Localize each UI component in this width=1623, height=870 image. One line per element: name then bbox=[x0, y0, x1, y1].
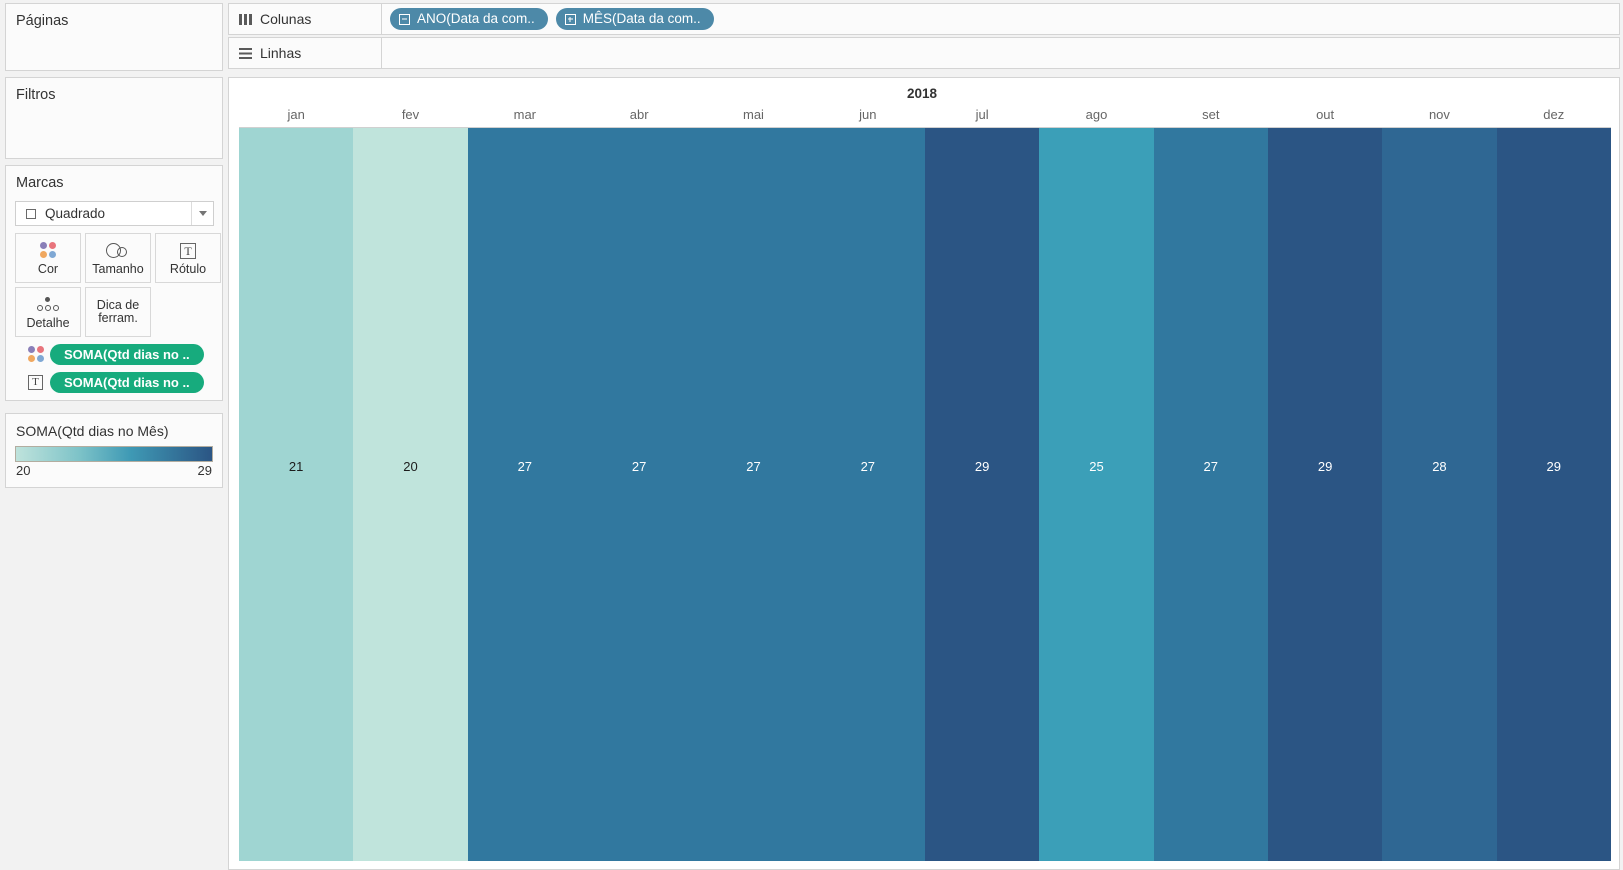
rows-shelf-field[interactable] bbox=[382, 37, 1620, 69]
marks-pill-label-row[interactable]: T SOMA(Qtd dias no .. bbox=[28, 372, 222, 393]
color-legend-gradient[interactable] bbox=[15, 446, 213, 462]
color-legend-max: 29 bbox=[197, 463, 212, 478]
heatmap-cell-value: 27 bbox=[1203, 459, 1219, 474]
heatmap-cell-value: 29 bbox=[1546, 459, 1561, 474]
columns-pill-mes-label: MÊS(Data da com.. bbox=[582, 11, 701, 26]
heatmap-cell-value: 27 bbox=[746, 459, 761, 474]
month-label: fev bbox=[401, 107, 420, 122]
month-label: set bbox=[1202, 107, 1220, 122]
heatmap-bars: 21 20 27 27 27 27 29 25 27 29 28 29 bbox=[239, 128, 1611, 861]
label-t-icon: T bbox=[28, 375, 50, 390]
month-label: mai bbox=[743, 107, 764, 122]
marks-card-size-button[interactable]: Tamanho bbox=[85, 233, 151, 283]
columns-icon bbox=[239, 13, 252, 25]
heatmap-cell-value: 21 bbox=[288, 459, 304, 474]
mark-type-dropdown[interactable]: Quadrado bbox=[15, 201, 214, 226]
columns-pill-ano-label: ANO(Data da com.. bbox=[417, 11, 535, 26]
marks-pill-color-row[interactable]: SOMA(Qtd dias no .. bbox=[28, 344, 222, 365]
color-legend-card: SOMA(Qtd dias no Mês) 20 29 bbox=[5, 413, 223, 488]
month-axis: jan fev mar abr mai jun jul ago set out nov dez bbox=[239, 106, 1611, 128]
heatmap-cell[interactable]: 27 bbox=[810, 128, 925, 861]
heatmap-cell[interactable]: 27 bbox=[581, 128, 697, 861]
columns-pill-mes[interactable]: MÊS(Data da com.. bbox=[555, 8, 714, 30]
heatmap-cell[interactable]: 29 bbox=[924, 128, 1040, 861]
rows-shelf-label: Linhas bbox=[228, 37, 382, 69]
heatmap-cell-value: 28 bbox=[1432, 459, 1447, 474]
marks-buttons: Cor Tamanho T Rótulo Detalhe Dica de fer… bbox=[15, 233, 222, 337]
heatmap-cell[interactable]: 25 bbox=[1039, 128, 1154, 861]
marks-card-tooltip-label: Dica de ferram. bbox=[96, 298, 140, 325]
month-label: jan bbox=[287, 107, 305, 122]
month-label: mar bbox=[513, 107, 537, 122]
color-dots-icon bbox=[39, 241, 57, 261]
marks-card-color-button[interactable]: Cor bbox=[15, 233, 81, 283]
columns-shelf: Colunas ANO(Data da com.. MÊS(Data da co… bbox=[228, 3, 1620, 35]
heatmap-cell[interactable]: 27 bbox=[696, 128, 811, 861]
marks-card: Marcas Quadrado Cor Tamanho T Rótulo Det… bbox=[5, 165, 223, 401]
heatmap-cell[interactable]: 20 bbox=[353, 128, 468, 861]
month-label: dez bbox=[1543, 107, 1565, 122]
month-label: out bbox=[1316, 107, 1335, 122]
month-label: jul bbox=[975, 107, 989, 122]
collapse-icon[interactable] bbox=[399, 13, 410, 25]
marks-card-size-label: Tamanho bbox=[92, 261, 144, 276]
tableau-worksheet: Páginas Filtros Marcas Quadrado Cor Tama… bbox=[0, 0, 1623, 870]
label-t-icon: T bbox=[180, 241, 196, 261]
marks-pill-color[interactable]: SOMA(Qtd dias no .. bbox=[50, 344, 204, 365]
year-header: 2018 bbox=[233, 82, 1611, 106]
columns-pill-ano[interactable]: ANO(Data da com.. bbox=[390, 8, 548, 30]
heatmap-cell[interactable]: 27 bbox=[1153, 128, 1268, 861]
year-label: 2018 bbox=[906, 86, 938, 101]
month-label: nov bbox=[1428, 107, 1450, 122]
color-dots-icon bbox=[28, 346, 50, 363]
columns-shelf-field[interactable]: ANO(Data da com.. MÊS(Data da com.. bbox=[382, 3, 1620, 35]
month-label: abr bbox=[629, 107, 649, 122]
color-legend-min: 20 bbox=[16, 463, 31, 478]
marks-card-label-button[interactable]: T Rótulo bbox=[155, 233, 221, 283]
square-icon bbox=[26, 208, 36, 219]
filters-title: Filtros bbox=[16, 87, 56, 103]
size-circles-icon bbox=[106, 241, 130, 261]
main-area: Colunas ANO(Data da com.. MÊS(Data da co… bbox=[228, 0, 1623, 870]
marks-card-detail-button[interactable]: Detalhe bbox=[15, 287, 81, 337]
heatmap-cell[interactable]: 28 bbox=[1382, 128, 1497, 861]
marks-card-tooltip-button[interactable]: Dica de ferram. bbox=[85, 287, 151, 337]
heatmap-cell[interactable]: 27 bbox=[467, 128, 582, 861]
heatmap-cell-value: 29 bbox=[974, 459, 990, 474]
month-label: ago bbox=[1085, 107, 1108, 122]
rows-icon bbox=[239, 47, 252, 59]
columns-shelf-label: Colunas bbox=[228, 3, 382, 35]
heatmap-cell[interactable]: 29 bbox=[1496, 128, 1611, 861]
filters-card[interactable]: Filtros bbox=[5, 77, 223, 159]
marks-pill-label[interactable]: SOMA(Qtd dias no .. bbox=[50, 372, 204, 393]
chart-view: 2018 jan fev mar abr mai jun jul ago set out nov de… bbox=[228, 77, 1620, 870]
pages-title: Páginas bbox=[16, 13, 69, 29]
detail-dots-icon bbox=[35, 295, 61, 315]
marks-card-detail-label: Detalhe bbox=[26, 315, 70, 330]
rows-shelf-text: Linhas bbox=[260, 45, 302, 61]
heatmap-cell-value: 25 bbox=[1089, 459, 1104, 474]
chevron-down-icon[interactable] bbox=[191, 202, 213, 225]
marks-card-color-label: Cor bbox=[37, 261, 59, 276]
rows-shelf: Linhas bbox=[228, 37, 1620, 69]
expand-icon[interactable] bbox=[564, 13, 576, 25]
heatmap-cell[interactable]: 29 bbox=[1267, 128, 1383, 861]
pages-card[interactable]: Páginas bbox=[5, 3, 223, 71]
mark-type-value: Quadrado bbox=[45, 206, 106, 221]
left-sidebar: Páginas Filtros Marcas Quadrado Cor Tama… bbox=[0, 0, 228, 870]
color-legend-title: SOMA(Qtd dias no Mês) bbox=[16, 423, 169, 439]
marks-card-label-label: Rótulo bbox=[169, 261, 207, 276]
heatmap-cell-value: 27 bbox=[631, 459, 647, 474]
color-legend-scale: 20 29 bbox=[16, 463, 212, 478]
heatmap-cell-value: 20 bbox=[403, 459, 418, 474]
heatmap-cell-value: 29 bbox=[1317, 459, 1333, 474]
heatmap-cell-value: 27 bbox=[860, 459, 876, 474]
columns-shelf-text: Colunas bbox=[260, 11, 312, 27]
marks-title: Marcas bbox=[16, 175, 64, 191]
heatmap-cell[interactable]: 21 bbox=[239, 128, 354, 861]
month-label: jun bbox=[859, 107, 877, 122]
heatmap-cell-value: 27 bbox=[517, 459, 533, 474]
